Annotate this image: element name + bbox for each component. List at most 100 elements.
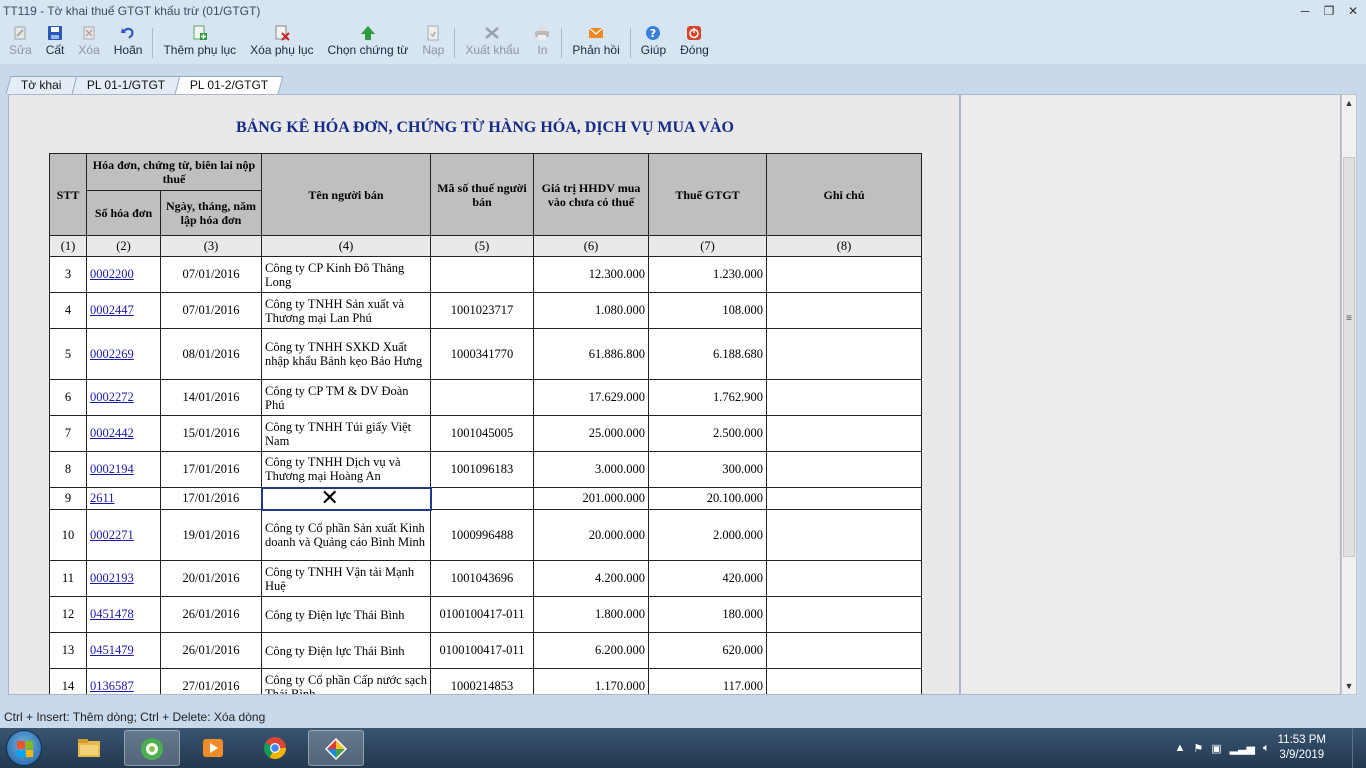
cell-tax-id[interactable]	[430, 487, 534, 510]
load-button[interactable]: Nạp	[415, 22, 451, 64]
scroll-up-icon[interactable]: ▲	[1342, 95, 1356, 111]
cell-vat[interactable]: 2.500.000	[648, 415, 767, 452]
cell-note[interactable]	[766, 328, 922, 380]
cell-seller[interactable]: Công ty TNHH Vận tải Mạnh Huệ	[261, 560, 431, 597]
cell-note[interactable]	[766, 632, 922, 669]
cell-note[interactable]	[766, 487, 922, 510]
tab-to-khai[interactable]: Tờ khai	[5, 76, 77, 94]
network-signal-icon[interactable]: ▂▃▅	[1230, 742, 1255, 755]
cell-note[interactable]	[766, 379, 922, 416]
cell-vat[interactable]: 108.000	[648, 292, 767, 329]
tab-pl-01-1[interactable]: PL 01-1/GTGT	[71, 76, 181, 94]
add-appendix-button[interactable]: Thêm phụ lục	[156, 22, 243, 64]
cell-seller[interactable]: Công ty TNHH Sản xuất và Thương mại Lan …	[261, 292, 431, 329]
cell-value[interactable]: 17.629.000	[533, 379, 649, 416]
cell-tax-id[interactable]: 1001023717	[430, 292, 534, 329]
cell-tax-id[interactable]: 1001096183	[430, 451, 534, 488]
volume-icon[interactable]: 🔈︎	[1263, 742, 1270, 755]
feedback-button[interactable]: Phản hồi	[565, 22, 626, 64]
invoice-link[interactable]: 0002272	[90, 390, 134, 404]
cell-tax-id[interactable]	[430, 256, 534, 293]
invoice-link[interactable]: 0451478	[90, 607, 134, 621]
cell-value[interactable]: 1.080.000	[533, 292, 649, 329]
cell-tax-id[interactable]: 1001043696	[430, 560, 534, 597]
cell-value[interactable]: 25.000.000	[533, 415, 649, 452]
invoice-link[interactable]: 0002193	[90, 571, 134, 585]
cell-note[interactable]	[766, 292, 922, 329]
scroll-thumb[interactable]	[1343, 157, 1355, 557]
cell-seller-active[interactable]: ✕	[260, 486, 432, 511]
cell-value[interactable]: 1.170.000	[533, 668, 649, 694]
invoice-link[interactable]: 0002194	[90, 462, 134, 476]
cell-date[interactable]: 14/01/2016	[160, 379, 262, 416]
cell-date[interactable]: 26/01/2016	[160, 632, 262, 669]
cell-tax-id[interactable]: 0100100417-011	[430, 596, 534, 633]
cell-vat[interactable]: 1.762.900	[648, 379, 767, 416]
cell-vat[interactable]: 180.000	[648, 596, 767, 633]
cell-vat[interactable]: 620.000	[648, 632, 767, 669]
cell-vat[interactable]: 1.230.000	[648, 256, 767, 293]
invoice-link[interactable]: 0002271	[90, 528, 134, 542]
system-clock[interactable]: 11:53 PM 3/9/2019	[1278, 733, 1326, 763]
cell-note[interactable]	[766, 668, 922, 694]
cell-date[interactable]: 26/01/2016	[160, 596, 262, 633]
invoice-link[interactable]: 0002200	[90, 267, 134, 281]
cell-date[interactable]: 20/01/2016	[160, 560, 262, 597]
invoice-link[interactable]: 2611	[90, 491, 115, 505]
cell-note[interactable]	[766, 256, 922, 293]
remove-appendix-button[interactable]: Xóa phụ lục	[243, 22, 320, 64]
media-player-icon[interactable]	[186, 730, 242, 766]
save-button[interactable]: Cất	[39, 22, 72, 64]
delete-button[interactable]: Xóa	[71, 22, 106, 64]
cell-date[interactable]: 07/01/2016	[160, 292, 262, 329]
cell-vat[interactable]: 20.100.000	[648, 487, 767, 510]
cell-date[interactable]: 07/01/2016	[160, 256, 262, 293]
cell-tax-id[interactable]: 1000996488	[430, 509, 534, 561]
cell-tax-id[interactable]: 0100100417-011	[430, 632, 534, 669]
cell-value[interactable]: 20.000.000	[533, 509, 649, 561]
show-hidden-icons-icon[interactable]: ▲	[1174, 742, 1185, 754]
cell-vat[interactable]: 300.000	[648, 451, 767, 488]
invoice-link[interactable]: 0002442	[90, 426, 134, 440]
action-center-icon[interactable]: ⚑	[1193, 742, 1203, 755]
cell-date[interactable]: 27/01/2016	[160, 668, 262, 694]
cell-seller[interactable]: Công ty CP TM & DV Đoàn Phú	[261, 379, 431, 416]
coc-coc-browser-icon[interactable]	[124, 730, 180, 766]
print-button[interactable]: In	[526, 22, 558, 64]
cell-seller[interactable]: Công ty CP Kinh Đô Thăng Long	[261, 256, 431, 293]
help-button[interactable]: ? Giúp	[634, 22, 673, 64]
cell-date[interactable]: 19/01/2016	[160, 509, 262, 561]
cell-seller[interactable]: Công ty Cổ phần Cấp nước sạch Thái Bình	[261, 668, 431, 694]
cell-seller[interactable]: Công ty Điện lực Thái Bình	[261, 632, 431, 669]
cell-value[interactable]: 201.000.000	[533, 487, 649, 510]
cell-seller[interactable]: Công ty TNHH Túi giấy Việt Nam	[261, 415, 431, 452]
tax-app-icon[interactable]	[308, 730, 364, 766]
chrome-icon[interactable]	[248, 730, 304, 766]
cell-seller[interactable]: Công ty TNHH Dịch vụ và Thương mại Hoàng…	[261, 451, 431, 488]
cell-note[interactable]	[766, 451, 922, 488]
edit-button[interactable]: Sửa	[2, 22, 39, 64]
cell-value[interactable]: 4.200.000	[533, 560, 649, 597]
select-voucher-button[interactable]: Chọn chứng từ	[321, 22, 416, 64]
cell-tax-id[interactable]: 1000214853	[430, 668, 534, 694]
cell-tax-id[interactable]: 1000341770	[430, 328, 534, 380]
cell-tax-id[interactable]	[430, 379, 534, 416]
cell-value[interactable]: 6.200.000	[533, 632, 649, 669]
minimize-icon[interactable]: ─	[1298, 0, 1312, 22]
invoice-link[interactable]: 0002447	[90, 303, 134, 317]
cell-value[interactable]: 61.886.800	[533, 328, 649, 380]
scroll-down-icon[interactable]: ▼	[1342, 678, 1356, 694]
cell-note[interactable]	[766, 509, 922, 561]
invoice-link[interactable]: 0136587	[90, 679, 134, 693]
invoice-link[interactable]: 0451479	[90, 643, 134, 657]
start-button[interactable]	[6, 730, 42, 766]
device-icon[interactable]: ▣	[1211, 742, 1221, 755]
cell-date[interactable]: 17/01/2016	[160, 487, 262, 510]
cell-vat[interactable]: 117.000	[648, 668, 767, 694]
cell-vat[interactable]: 420.000	[648, 560, 767, 597]
cell-seller[interactable]: Công ty Điện lực Thái Bình	[261, 596, 431, 633]
file-explorer-icon[interactable]	[62, 730, 118, 766]
cell-date[interactable]: 08/01/2016	[160, 328, 262, 380]
cell-vat[interactable]: 2.000.000	[648, 509, 767, 561]
undo-button[interactable]: Hoãn	[107, 22, 150, 64]
